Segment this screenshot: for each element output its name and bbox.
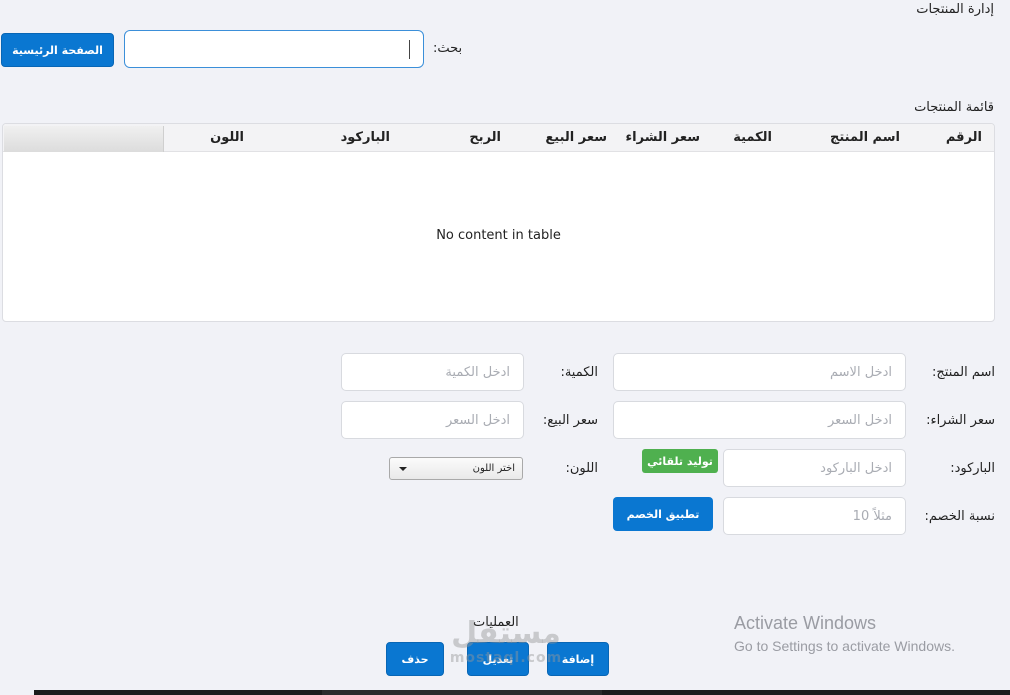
buy-price-label: سعر الشراء:	[926, 413, 995, 428]
color-select[interactable]: اختر اللون	[389, 457, 523, 480]
edit-button[interactable]: تعديل	[467, 642, 529, 676]
column-header-barcode[interactable]: الباركود	[341, 130, 390, 145]
column-header-number[interactable]: الرقم	[946, 130, 982, 145]
color-label: اللون:	[565, 461, 598, 476]
column-header-buy-price[interactable]: سعر الشراء	[626, 130, 701, 145]
discount-label: نسبة الخصم:	[924, 509, 995, 524]
column-header-profit[interactable]: الربح	[469, 130, 501, 145]
taskbar	[34, 690, 1010, 695]
sell-price-placeholder: ادخل السعر	[445, 412, 510, 428]
quantity-label: الكمية:	[560, 365, 598, 380]
table-header: الرقم اسم المنتج الكمية سعر الشراء سعر ا…	[3, 124, 994, 152]
column-header-product-name[interactable]: اسم المنتج	[830, 130, 900, 145]
add-button[interactable]: إضافة	[547, 642, 609, 676]
operations-title: العمليات	[473, 615, 519, 630]
buy-price-input[interactable]: ادخل السعر	[613, 401, 906, 439]
product-name-placeholder: ادخل الاسم	[830, 364, 892, 380]
buy-price-placeholder: ادخل السعر	[827, 412, 892, 428]
apply-discount-button[interactable]: تطبيق الخصم	[613, 497, 713, 531]
product-name-input[interactable]: ادخل الاسم	[613, 353, 906, 391]
generate-barcode-button[interactable]: توليد تلقائي	[642, 449, 718, 473]
quantity-placeholder: ادخل الكمية	[445, 364, 510, 380]
table-empty-message: No content in table	[436, 228, 561, 243]
column-header-sell-price[interactable]: سعر البيع	[545, 130, 607, 145]
barcode-input[interactable]: ادخل الباركود	[723, 449, 906, 487]
quantity-input[interactable]: ادخل الكمية	[341, 353, 524, 391]
table-header-corner	[4, 126, 164, 152]
barcode-placeholder: ادخل الباركود	[820, 460, 892, 476]
delete-button[interactable]: حذف	[386, 642, 444, 676]
sell-price-input[interactable]: ادخل السعر	[341, 401, 524, 439]
discount-input[interactable]: مثلاً 10	[723, 497, 906, 535]
activate-windows-title: Activate Windows	[734, 613, 877, 633]
color-select-value: اختر اللون	[472, 463, 515, 474]
search-input[interactable]	[124, 30, 424, 68]
column-header-color[interactable]: اللون	[210, 130, 244, 145]
product-name-label: اسم المنتج:	[932, 365, 995, 380]
sell-price-label: سعر البيع:	[542, 413, 598, 428]
discount-placeholder: مثلاً 10	[852, 508, 892, 524]
activate-windows-subtitle: Go to Settings to activate Windows.	[734, 638, 955, 654]
text-caret	[409, 40, 410, 59]
product-list-title: قائمة المنتجات	[914, 100, 994, 115]
products-table: الرقم اسم المنتج الكمية سعر الشراء سعر ا…	[2, 123, 995, 322]
home-button[interactable]: الصفحة الرئيسية	[1, 33, 114, 67]
dropdown-arrow-icon	[399, 467, 407, 471]
column-header-quantity[interactable]: الكمية	[733, 130, 772, 145]
page-title: إدارة المنتجات	[916, 2, 994, 17]
taskbar-segment	[322, 690, 602, 695]
barcode-label: الباركود:	[950, 461, 995, 476]
search-label: بحث:	[433, 41, 463, 56]
